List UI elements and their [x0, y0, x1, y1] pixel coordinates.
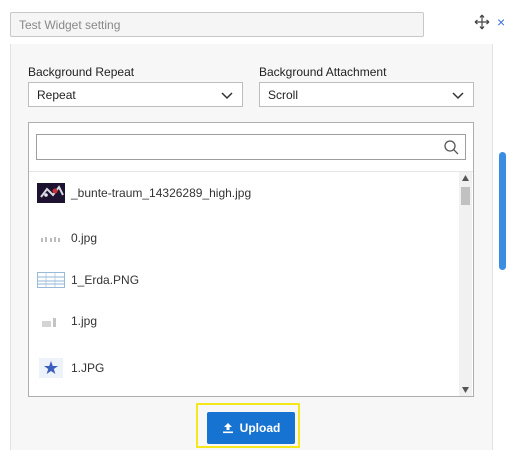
file-item[interactable]: 1.jpg	[29, 301, 455, 341]
grey-thumb-icon	[42, 318, 56, 327]
scroll-down-icon[interactable]	[462, 387, 469, 393]
list-divider	[29, 171, 473, 172]
file-item[interactable]: 1.JPG	[29, 348, 455, 388]
upload-label: Upload	[239, 421, 281, 435]
file-picker: _bunte-traum_14326289_high.jpg 0.jpg 1_E…	[28, 122, 474, 397]
widget-title-field[interactable]: Test Widget setting	[10, 12, 424, 37]
background-attachment-label: Background Attachment	[259, 65, 387, 79]
chevron-down-icon	[452, 92, 464, 100]
background-repeat-select[interactable]: Repeat	[28, 82, 243, 107]
file-search-input[interactable]	[36, 134, 466, 160]
star-thumb-icon	[39, 358, 63, 378]
panel-scrollbar-thumb[interactable]	[499, 152, 506, 270]
chevron-down-icon	[221, 92, 233, 100]
background-attachment-value: Scroll	[268, 88, 299, 102]
file-list-scroll-thumb[interactable]	[461, 187, 470, 205]
search-icon[interactable]	[443, 139, 459, 155]
background-repeat-label: Background Repeat	[28, 65, 135, 79]
upload-button[interactable]: Upload	[207, 412, 295, 444]
widget-title-placeholder: Test Widget setting	[19, 18, 121, 32]
move-icon[interactable]	[474, 14, 490, 30]
grey-thumb-icon	[41, 237, 60, 242]
file-name: 1.JPG	[71, 361, 105, 375]
background-attachment-select[interactable]: Scroll	[259, 82, 474, 107]
background-repeat-value: Repeat	[37, 88, 76, 102]
file-name: 1_Erda.PNG	[71, 273, 140, 287]
table-thumb-icon	[37, 272, 65, 288]
scroll-up-icon[interactable]	[462, 175, 469, 181]
photo-thumb-icon	[37, 183, 65, 203]
file-name: 0.jpg	[71, 231, 98, 245]
file-item[interactable]: 1_Erda.PNG	[29, 260, 455, 300]
file-name: _bunte-traum_14326289_high.jpg	[71, 186, 252, 200]
file-name: 1.jpg	[71, 314, 98, 328]
file-item[interactable]: _bunte-traum_14326289_high.jpg	[29, 173, 455, 213]
close-icon[interactable]: ×	[497, 14, 509, 30]
file-item[interactable]: 0.jpg	[29, 218, 455, 258]
upload-icon	[222, 423, 233, 434]
file-list-scrollbar[interactable]	[459, 172, 472, 396]
